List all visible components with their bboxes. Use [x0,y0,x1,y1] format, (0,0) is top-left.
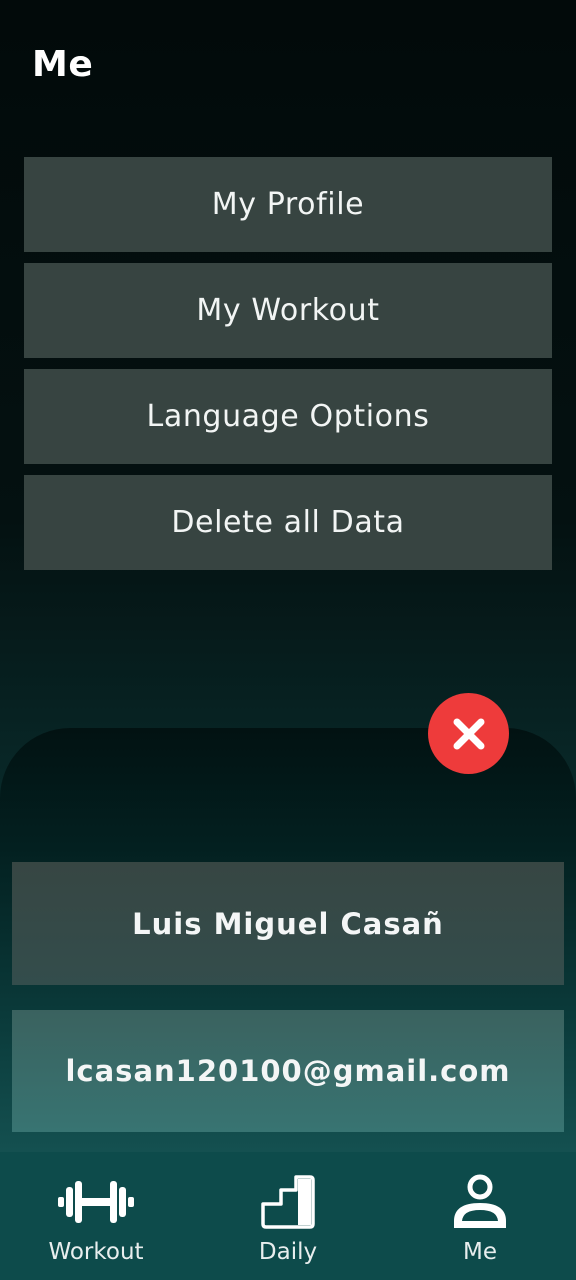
profile-email: lcasan120100@gmail.com [12,1010,564,1132]
my-profile-button[interactable]: My Profile [24,157,552,252]
tab-daily-label: Daily [258,1239,318,1265]
close-icon [453,718,484,749]
steps-chart-icon [261,1175,315,1229]
profile-name: Luis Miguel Casañ [12,862,564,985]
tab-daily[interactable]: Daily [192,1152,384,1280]
page-title: Me [32,44,94,85]
tab-me[interactable]: Me [384,1152,576,1280]
settings-menu: My Profile My Workout Language Options D… [24,157,552,581]
bottom-tab-bar: Workout Daily Me [0,1152,576,1280]
person-icon [454,1174,506,1228]
delete-all-data-button[interactable]: Delete all Data [24,475,552,570]
close-sheet-button[interactable] [428,693,509,774]
language-options-button[interactable]: Language Options [24,369,552,464]
my-workout-button[interactable]: My Workout [24,263,552,358]
dumbbell-icon [58,1181,134,1223]
tab-me-label: Me [463,1239,497,1265]
tab-workout-label: Workout [48,1239,144,1265]
tab-workout[interactable]: Workout [0,1152,192,1280]
